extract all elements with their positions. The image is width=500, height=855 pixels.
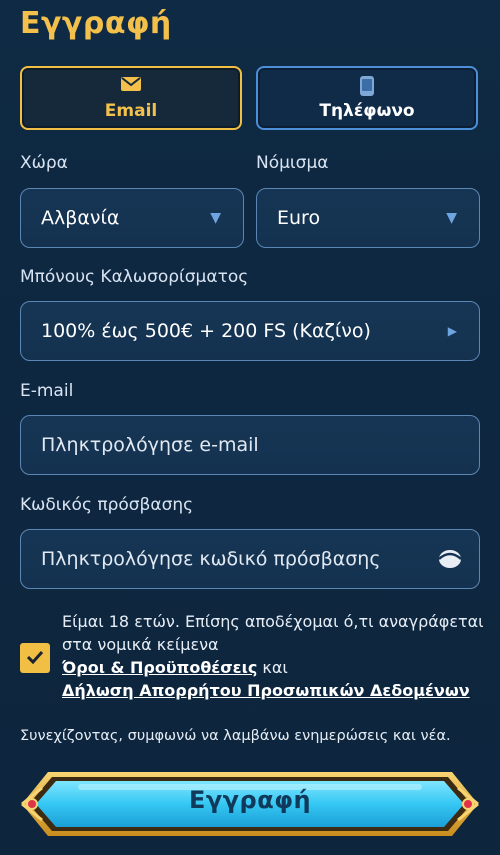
bonus-label: Μπόνους Καλωσορίσματος	[20, 267, 249, 287]
bonus-select[interactable]: 100% έως 500€ + 200 FS (Καζίνο) ▶	[20, 301, 480, 361]
country-label: Χώρα	[20, 153, 68, 173]
currency-label: Νόμισμα	[256, 153, 329, 173]
page-title: Εγγραφή	[20, 6, 172, 41]
tab-phone-label: Τηλέφωνο	[319, 101, 415, 121]
consent-text: Είμαι 18 ετών. Επίσης αποδέχομαι ό,τι αν…	[62, 610, 492, 702]
chevron-down-icon: ▼	[446, 210, 457, 226]
currency-value: Euro	[277, 207, 321, 229]
tab-phone[interactable]: Τηλέφωνο	[256, 66, 478, 130]
age-consent-checkbox[interactable]	[20, 643, 50, 673]
register-button[interactable]: Εγγραφή	[18, 768, 482, 840]
phone-icon	[359, 75, 375, 97]
eye-icon[interactable]	[437, 548, 463, 575]
privacy-link[interactable]: Δήλωση Απορρήτου Προσωπικών Δεδομένων	[62, 681, 470, 700]
chevron-down-icon: ▼	[210, 210, 221, 226]
tab-email[interactable]: Email	[20, 66, 242, 130]
register-button-label: Εγγραφή	[188, 786, 312, 814]
tab-email-label: Email	[104, 101, 158, 121]
password-placeholder: Πληκτρολόγησε κωδικό πρόσβασης	[41, 548, 381, 570]
chevron-right-icon: ▶	[447, 324, 457, 338]
consent-statement: Είμαι 18 ετών. Επίσης αποδέχομαι ό,τι αν…	[62, 612, 484, 654]
password-label: Κωδικός πρόσβασης	[20, 495, 194, 515]
marketing-notice: Συνεχίζοντας, συμφωνώ να λαμβάνω ενημερώ…	[20, 728, 451, 744]
email-placeholder: Πληκτρολόγησε e-mail	[41, 434, 259, 456]
email-field[interactable]: Πληκτρολόγησε e-mail	[20, 415, 480, 475]
email-label: E-mail	[20, 381, 74, 401]
envelope-icon	[120, 75, 142, 97]
consent-and: και	[262, 658, 288, 677]
country-select[interactable]: Αλβανία ▼	[20, 188, 244, 248]
password-field[interactable]: Πληκτρολόγησε κωδικό πρόσβασης	[20, 529, 480, 589]
bonus-value: 100% έως 500€ + 200 FS (Καζίνο)	[41, 320, 371, 342]
country-value: Αλβανία	[41, 207, 120, 229]
terms-link[interactable]: Όροι & Προϋποθέσεις	[62, 658, 257, 677]
currency-select[interactable]: Euro ▼	[256, 188, 480, 248]
checkmark-icon	[26, 649, 44, 668]
